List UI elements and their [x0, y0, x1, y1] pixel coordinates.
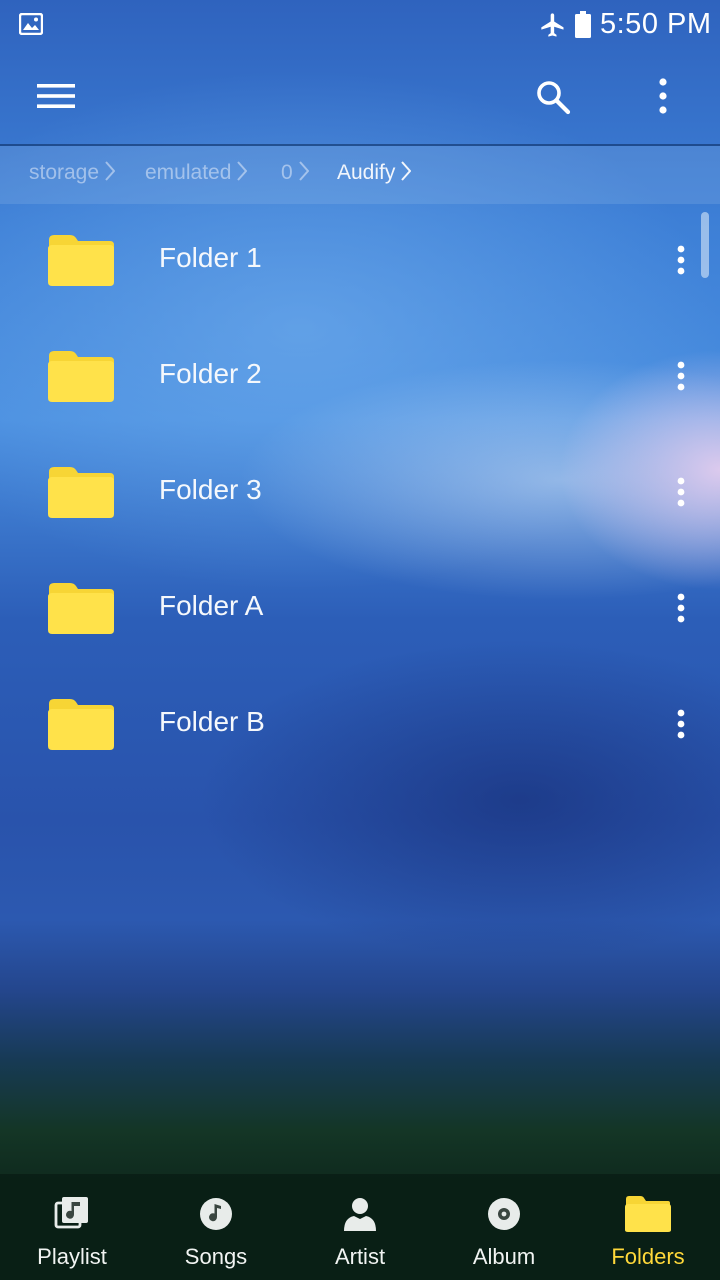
chevron-right-icon	[298, 161, 309, 181]
tab-label: Artist	[334, 1244, 386, 1269]
playlist-icon	[54, 1197, 88, 1229]
status-bar: 5:50 PM	[0, 0, 720, 50]
more-vert-icon[interactable]	[668, 356, 694, 396]
folder-name: Folder 3	[159, 474, 262, 505]
folder-row[interactable]: Folder A	[0, 552, 720, 668]
disc-icon	[488, 1198, 520, 1230]
folder-icon	[48, 583, 114, 634]
menu-icon[interactable]	[36, 80, 76, 112]
bottom-nav: Playlist Songs Artist Album Folders	[0, 1174, 720, 1280]
more-vert-icon[interactable]	[668, 472, 694, 512]
tab-label: Songs	[184, 1244, 248, 1269]
more-vert-icon[interactable]	[668, 704, 694, 744]
breadcrumb: storage emulated 0 Audify	[0, 146, 720, 204]
breadcrumb-item-storage[interactable]: storage	[29, 161, 116, 185]
list-scrollbar[interactable]	[701, 212, 709, 278]
tab-label: Album	[472, 1244, 536, 1269]
tab-playlist[interactable]: Playlist	[0, 1174, 144, 1280]
folder-name: Folder 2	[159, 358, 262, 389]
breadcrumb-item-audify[interactable]: Audify	[337, 161, 412, 185]
more-vert-icon[interactable]	[652, 76, 674, 116]
music-note-icon	[200, 1198, 232, 1230]
tab-folders[interactable]: Folders	[576, 1174, 720, 1280]
more-vert-icon[interactable]	[668, 588, 694, 628]
folder-icon	[48, 351, 114, 402]
more-vert-icon[interactable]	[668, 240, 694, 280]
app-bar	[0, 50, 720, 144]
folder-row[interactable]: Folder 3	[0, 436, 720, 552]
chevron-right-icon	[401, 161, 412, 181]
tab-artist[interactable]: Artist	[288, 1174, 432, 1280]
folder-icon	[48, 699, 114, 750]
tab-album[interactable]: Album	[432, 1174, 576, 1280]
chevron-right-icon	[105, 161, 116, 181]
search-icon[interactable]	[534, 78, 572, 116]
folder-row[interactable]: Folder 2	[0, 320, 720, 436]
person-icon	[344, 1198, 376, 1231]
status-time: 5:50 PM	[600, 8, 712, 40]
tab-songs[interactable]: Songs	[144, 1174, 288, 1280]
tab-label: Folders	[611, 1244, 685, 1269]
breadcrumb-item-emulated[interactable]: emulated	[145, 161, 248, 185]
folder-name: Folder 1	[159, 242, 262, 273]
battery-icon	[575, 11, 591, 38]
breadcrumb-item-0[interactable]: 0	[281, 161, 309, 185]
folder-row[interactable]: Folder 1	[0, 204, 720, 320]
chevron-right-icon	[237, 161, 248, 181]
folder-icon	[48, 235, 114, 286]
tab-label: Playlist	[37, 1244, 107, 1269]
airplane-mode-icon	[541, 13, 564, 37]
folder-row[interactable]: Folder B	[0, 668, 720, 784]
folder-icon	[625, 1196, 671, 1232]
folder-name: Folder B	[159, 706, 265, 737]
gallery-notification-icon	[19, 13, 43, 35]
folder-icon	[48, 467, 114, 518]
folder-name: Folder A	[159, 590, 264, 621]
